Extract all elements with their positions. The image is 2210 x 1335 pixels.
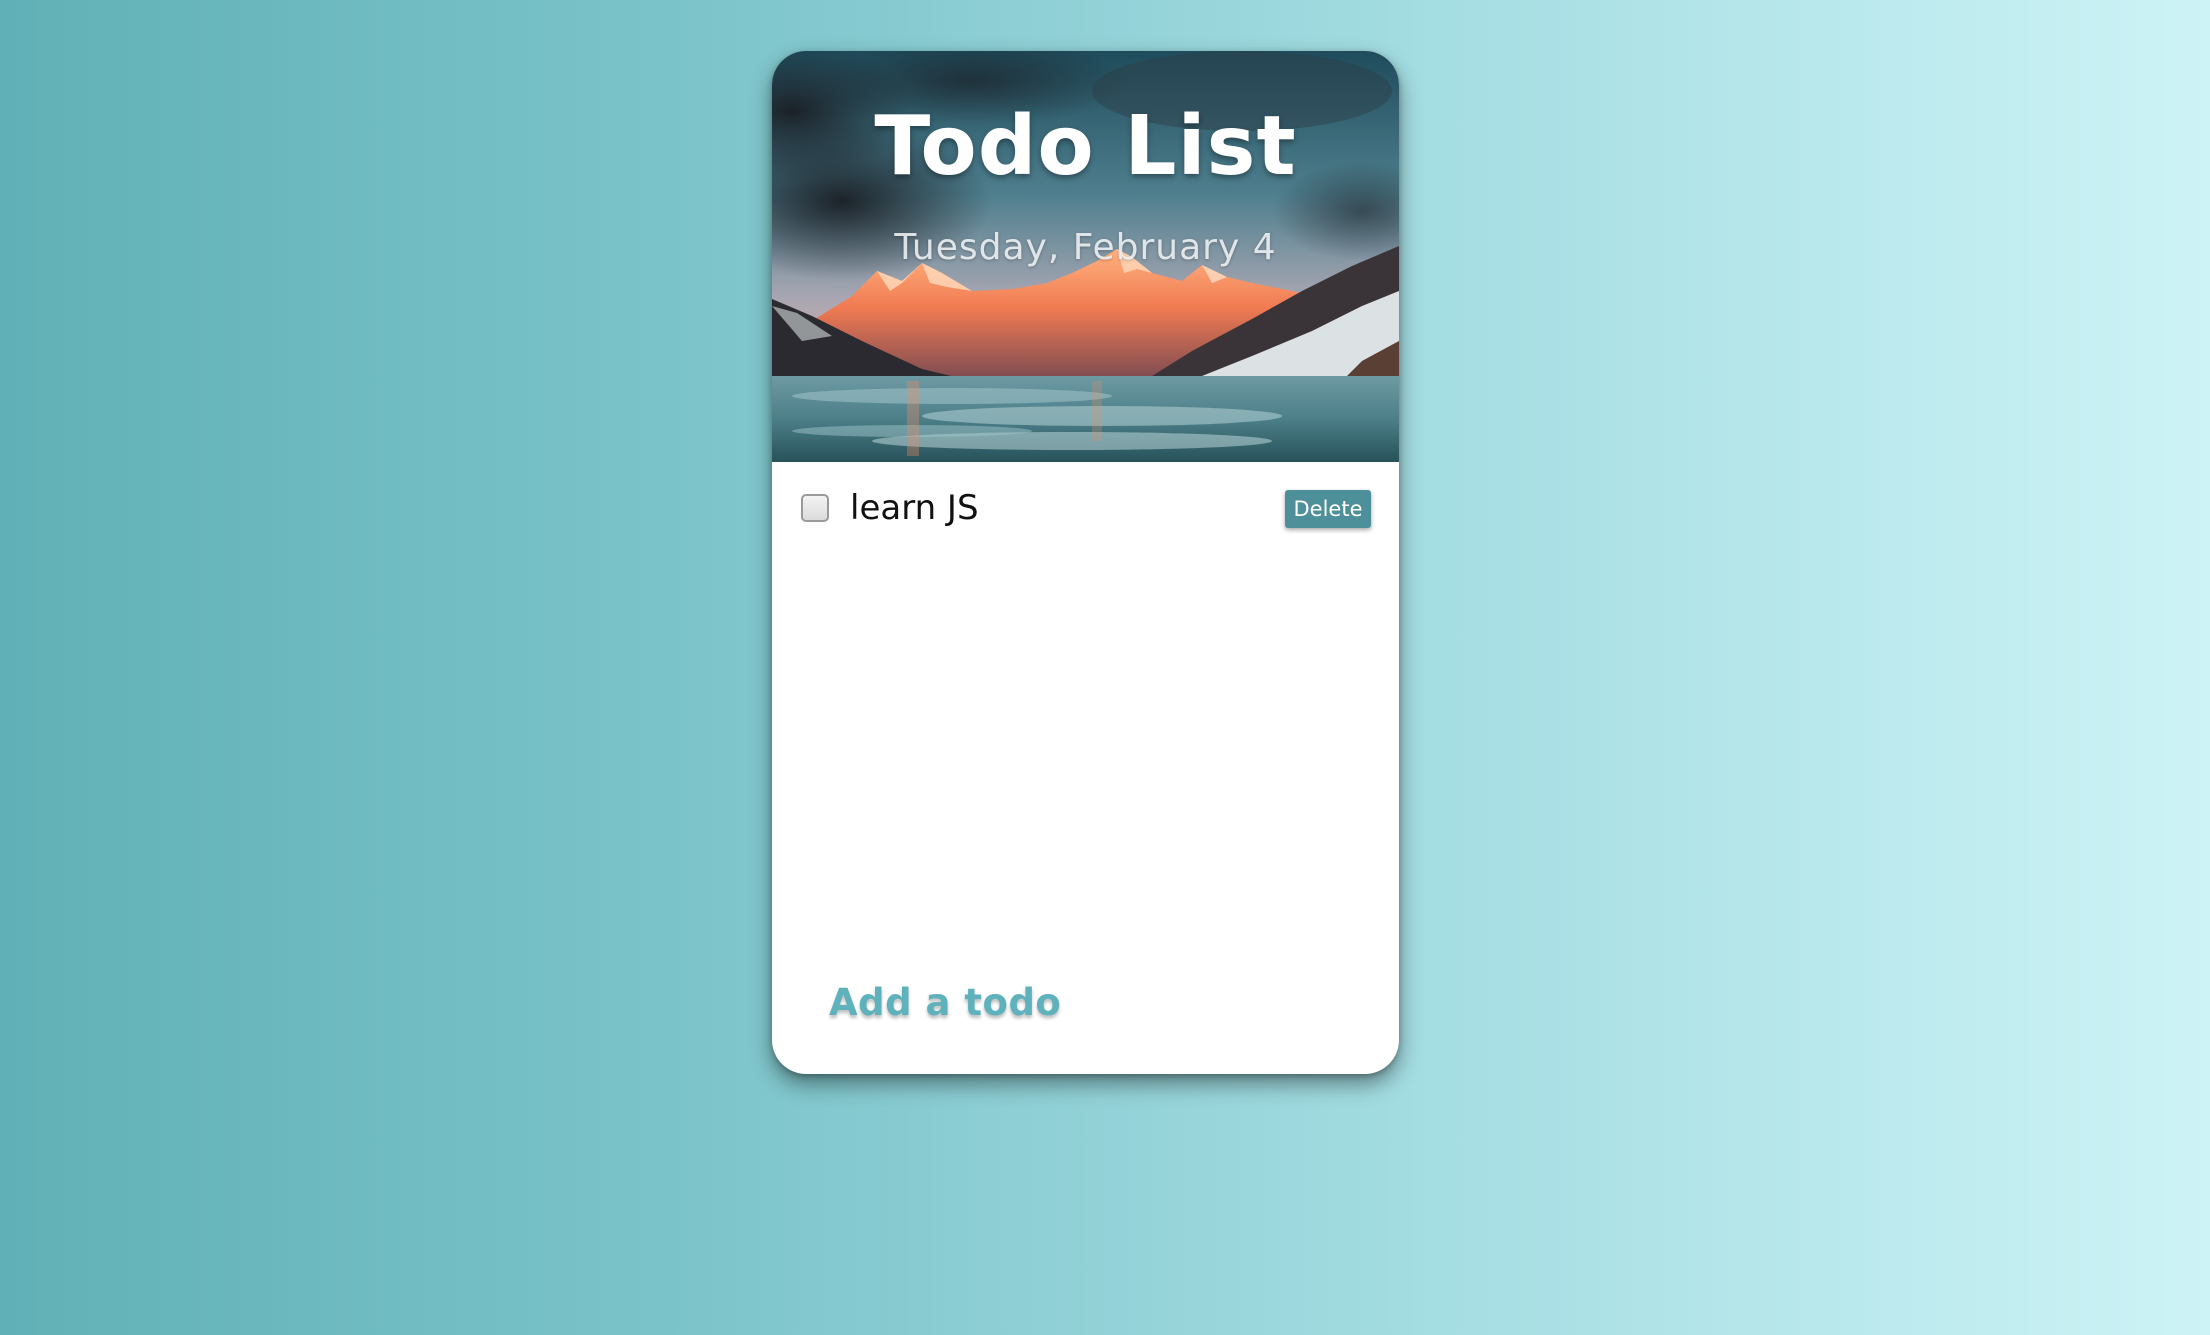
page-title: Todo List <box>874 99 1297 194</box>
current-date: Tuesday, February 4 <box>894 227 1277 268</box>
todo-card: Todo List Tuesday, February 4 learn JS D… <box>772 51 1399 1074</box>
header-banner: Todo List Tuesday, February 4 <box>772 51 1399 462</box>
todo-checkbox[interactable] <box>801 494 829 522</box>
todo-text: learn JS <box>850 488 979 528</box>
add-todo-button[interactable]: Add a todo <box>829 981 1061 1024</box>
todo-list: learn JS Delete <box>772 462 1399 554</box>
todo-item: learn JS Delete <box>772 462 1399 554</box>
delete-button[interactable]: Delete <box>1285 490 1371 528</box>
